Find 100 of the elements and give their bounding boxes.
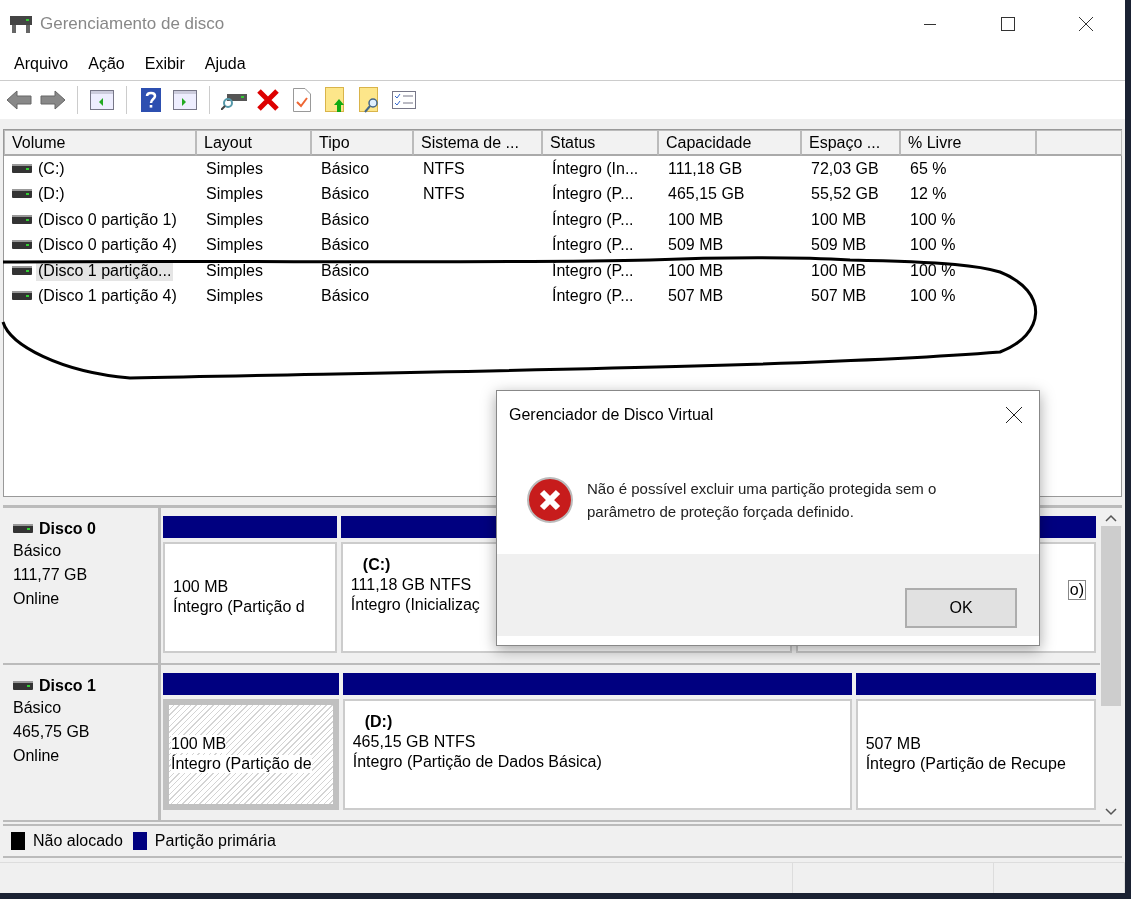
disk-state: Online xyxy=(13,589,61,609)
error-icon xyxy=(527,477,573,523)
table-cell-text: Básico xyxy=(320,184,371,205)
partition-status: Íntegro (Partição d xyxy=(173,598,305,616)
column-header[interactable]: Status xyxy=(542,130,658,156)
table-cell-text: Simples xyxy=(205,184,264,205)
table-cell-text: 100 MB xyxy=(810,260,868,281)
down-caret-icon[interactable] xyxy=(1105,808,1117,816)
close-icon[interactable] xyxy=(1006,407,1022,423)
window-title: Gerenciamento de disco xyxy=(40,14,226,34)
legend-label: Partição primária xyxy=(154,832,276,850)
partition-label: (C:) xyxy=(362,556,391,574)
table-cell[interactable]: (Disco 0 partição 4) xyxy=(36,235,179,256)
menu-item[interactable]: Arquivo xyxy=(6,55,77,73)
column-header[interactable]: Espaço ... xyxy=(801,130,900,156)
partition-status: Íntegro (Partição de Recupe xyxy=(865,755,1066,773)
drive-icon xyxy=(10,14,32,34)
maximize-icon[interactable] xyxy=(1001,17,1015,31)
column-header[interactable]: % Livre xyxy=(900,130,1036,156)
table-cell-text: Íntegro (In... xyxy=(551,158,640,179)
disk-name: Disco 0 xyxy=(39,520,96,538)
table-cell-text: NTFS xyxy=(422,184,466,205)
table-cell-text: Básico xyxy=(320,158,371,179)
table-cell[interactable]: (C:) xyxy=(36,158,67,179)
table-cell-text: Íntegro (P... xyxy=(551,209,635,230)
table-cell-text: 12 % xyxy=(909,184,948,205)
table-cell-text: 65 % xyxy=(909,158,948,179)
table-cell-text: Simples xyxy=(205,286,264,307)
disk-type: Básico xyxy=(13,698,63,718)
table-cell-text: 100 MB xyxy=(810,209,868,230)
menu-item[interactable]: Ação xyxy=(80,55,133,73)
table-cell-text: Básico xyxy=(320,286,371,307)
table-cell-text: 100 % xyxy=(909,286,957,307)
table-cell-text: Íntegro (P... xyxy=(551,184,635,205)
partition-size: 111,18 GB NTFS xyxy=(350,576,472,594)
drive-icon xyxy=(12,163,32,174)
partition-size: 100 MB xyxy=(171,735,227,753)
drive-icon xyxy=(12,214,32,225)
table-cell-text: 55,52 GB xyxy=(810,184,880,205)
legend-label: Não alocado xyxy=(33,832,123,850)
minimize-icon[interactable] xyxy=(924,23,936,25)
table-cell-text: Simples xyxy=(205,158,264,179)
table-cell-text: 100 % xyxy=(909,235,957,256)
partition-status: Íntegro (Partição de Dados Básica) xyxy=(352,753,602,771)
partition-status: Íntegro (Inicializaç xyxy=(350,596,480,614)
close-icon[interactable] xyxy=(1079,17,1093,31)
error-message: Não é possível excluir uma partição protegida sem o parâmetro de proteção forçada definido. xyxy=(587,479,938,522)
drive-icon xyxy=(12,291,32,302)
drive-icon xyxy=(13,524,33,534)
column-header[interactable]: Layout xyxy=(196,130,311,156)
table-cell-text: Básico xyxy=(320,235,371,256)
table-cell-text: Básico xyxy=(320,209,371,230)
disk-name: Disco 1 xyxy=(39,677,96,695)
column-header[interactable]: Volume xyxy=(4,130,196,156)
partition-size: 507 MB xyxy=(865,735,921,753)
table-cell-text: Básico xyxy=(320,260,371,281)
disk-state: Online xyxy=(13,746,61,766)
partition-label: (D:) xyxy=(364,713,393,731)
menu-item[interactable]: Ajuda xyxy=(196,55,254,73)
table-cell-text: Simples xyxy=(205,260,264,281)
menu-item[interactable]: Exibir xyxy=(136,55,193,73)
drive-icon xyxy=(12,189,32,200)
partition-size: 465,15 GB NTFS xyxy=(352,733,476,751)
table-cell-text: 100 % xyxy=(909,209,957,230)
table-cell-text: Íntegro (P... xyxy=(551,260,635,281)
drive-icon xyxy=(12,240,32,251)
disk-type: Básico xyxy=(13,541,63,561)
table-cell[interactable]: (Disco 0 partição 1) xyxy=(36,209,179,230)
dialog-title: Gerenciador de Disco Virtual xyxy=(509,406,715,424)
table-cell-text: 507 MB xyxy=(810,286,868,307)
disk-size: 465,75 GB xyxy=(13,722,91,742)
column-header[interactable]: Sistema de ... xyxy=(413,130,542,156)
partition-status: o) xyxy=(1067,580,1086,600)
table-cell-text: Íntegro (P... xyxy=(551,235,635,256)
column-header[interactable]: Capacidade xyxy=(658,130,801,156)
disk-size: 111,77 GB xyxy=(13,565,89,585)
table-cell-text: Íntegro (P... xyxy=(551,286,635,307)
drive-icon xyxy=(13,681,33,691)
table-cell-text: 465,15 GB xyxy=(667,184,746,205)
table-cell-text: Simples xyxy=(205,209,264,230)
partition-box[interactable]: (D:) 465,15 GB NTFS Íntegro (Partição de Dados Básica) xyxy=(342,699,852,810)
table-cell-text: 100 MB xyxy=(667,260,725,281)
partition-box[interactable]: 100 MB Íntegro (Partição d xyxy=(163,542,337,653)
table-cell-text: 507 MB xyxy=(667,286,725,307)
table-cell[interactable]: (D:) xyxy=(36,184,67,205)
table-cell-text: 509 MB xyxy=(810,235,868,256)
up-caret-icon[interactable] xyxy=(1105,514,1117,522)
ok-button[interactable]: OK xyxy=(905,588,1017,628)
table-cell-text: 72,03 GB xyxy=(810,158,880,179)
partition-box[interactable]: 507 MB Íntegro (Partição de Recupe xyxy=(855,699,1096,810)
partition-size: 100 MB xyxy=(173,578,229,596)
table-cell-text: 509 MB xyxy=(667,235,725,256)
drive-icon xyxy=(12,265,32,276)
table-cell[interactable]: (Disco 1 partição 4) xyxy=(36,286,179,307)
partition-status: Íntegro (Partição de xyxy=(171,755,312,773)
partition-box[interactable]: 100 MB Íntegro (Partição de xyxy=(163,699,339,810)
table-cell-text: 100 MB xyxy=(667,209,725,230)
table-cell-text: NTFS xyxy=(422,158,466,179)
table-cell-text: 111,18 GB xyxy=(667,158,744,179)
column-header[interactable]: Tipo xyxy=(311,130,413,156)
